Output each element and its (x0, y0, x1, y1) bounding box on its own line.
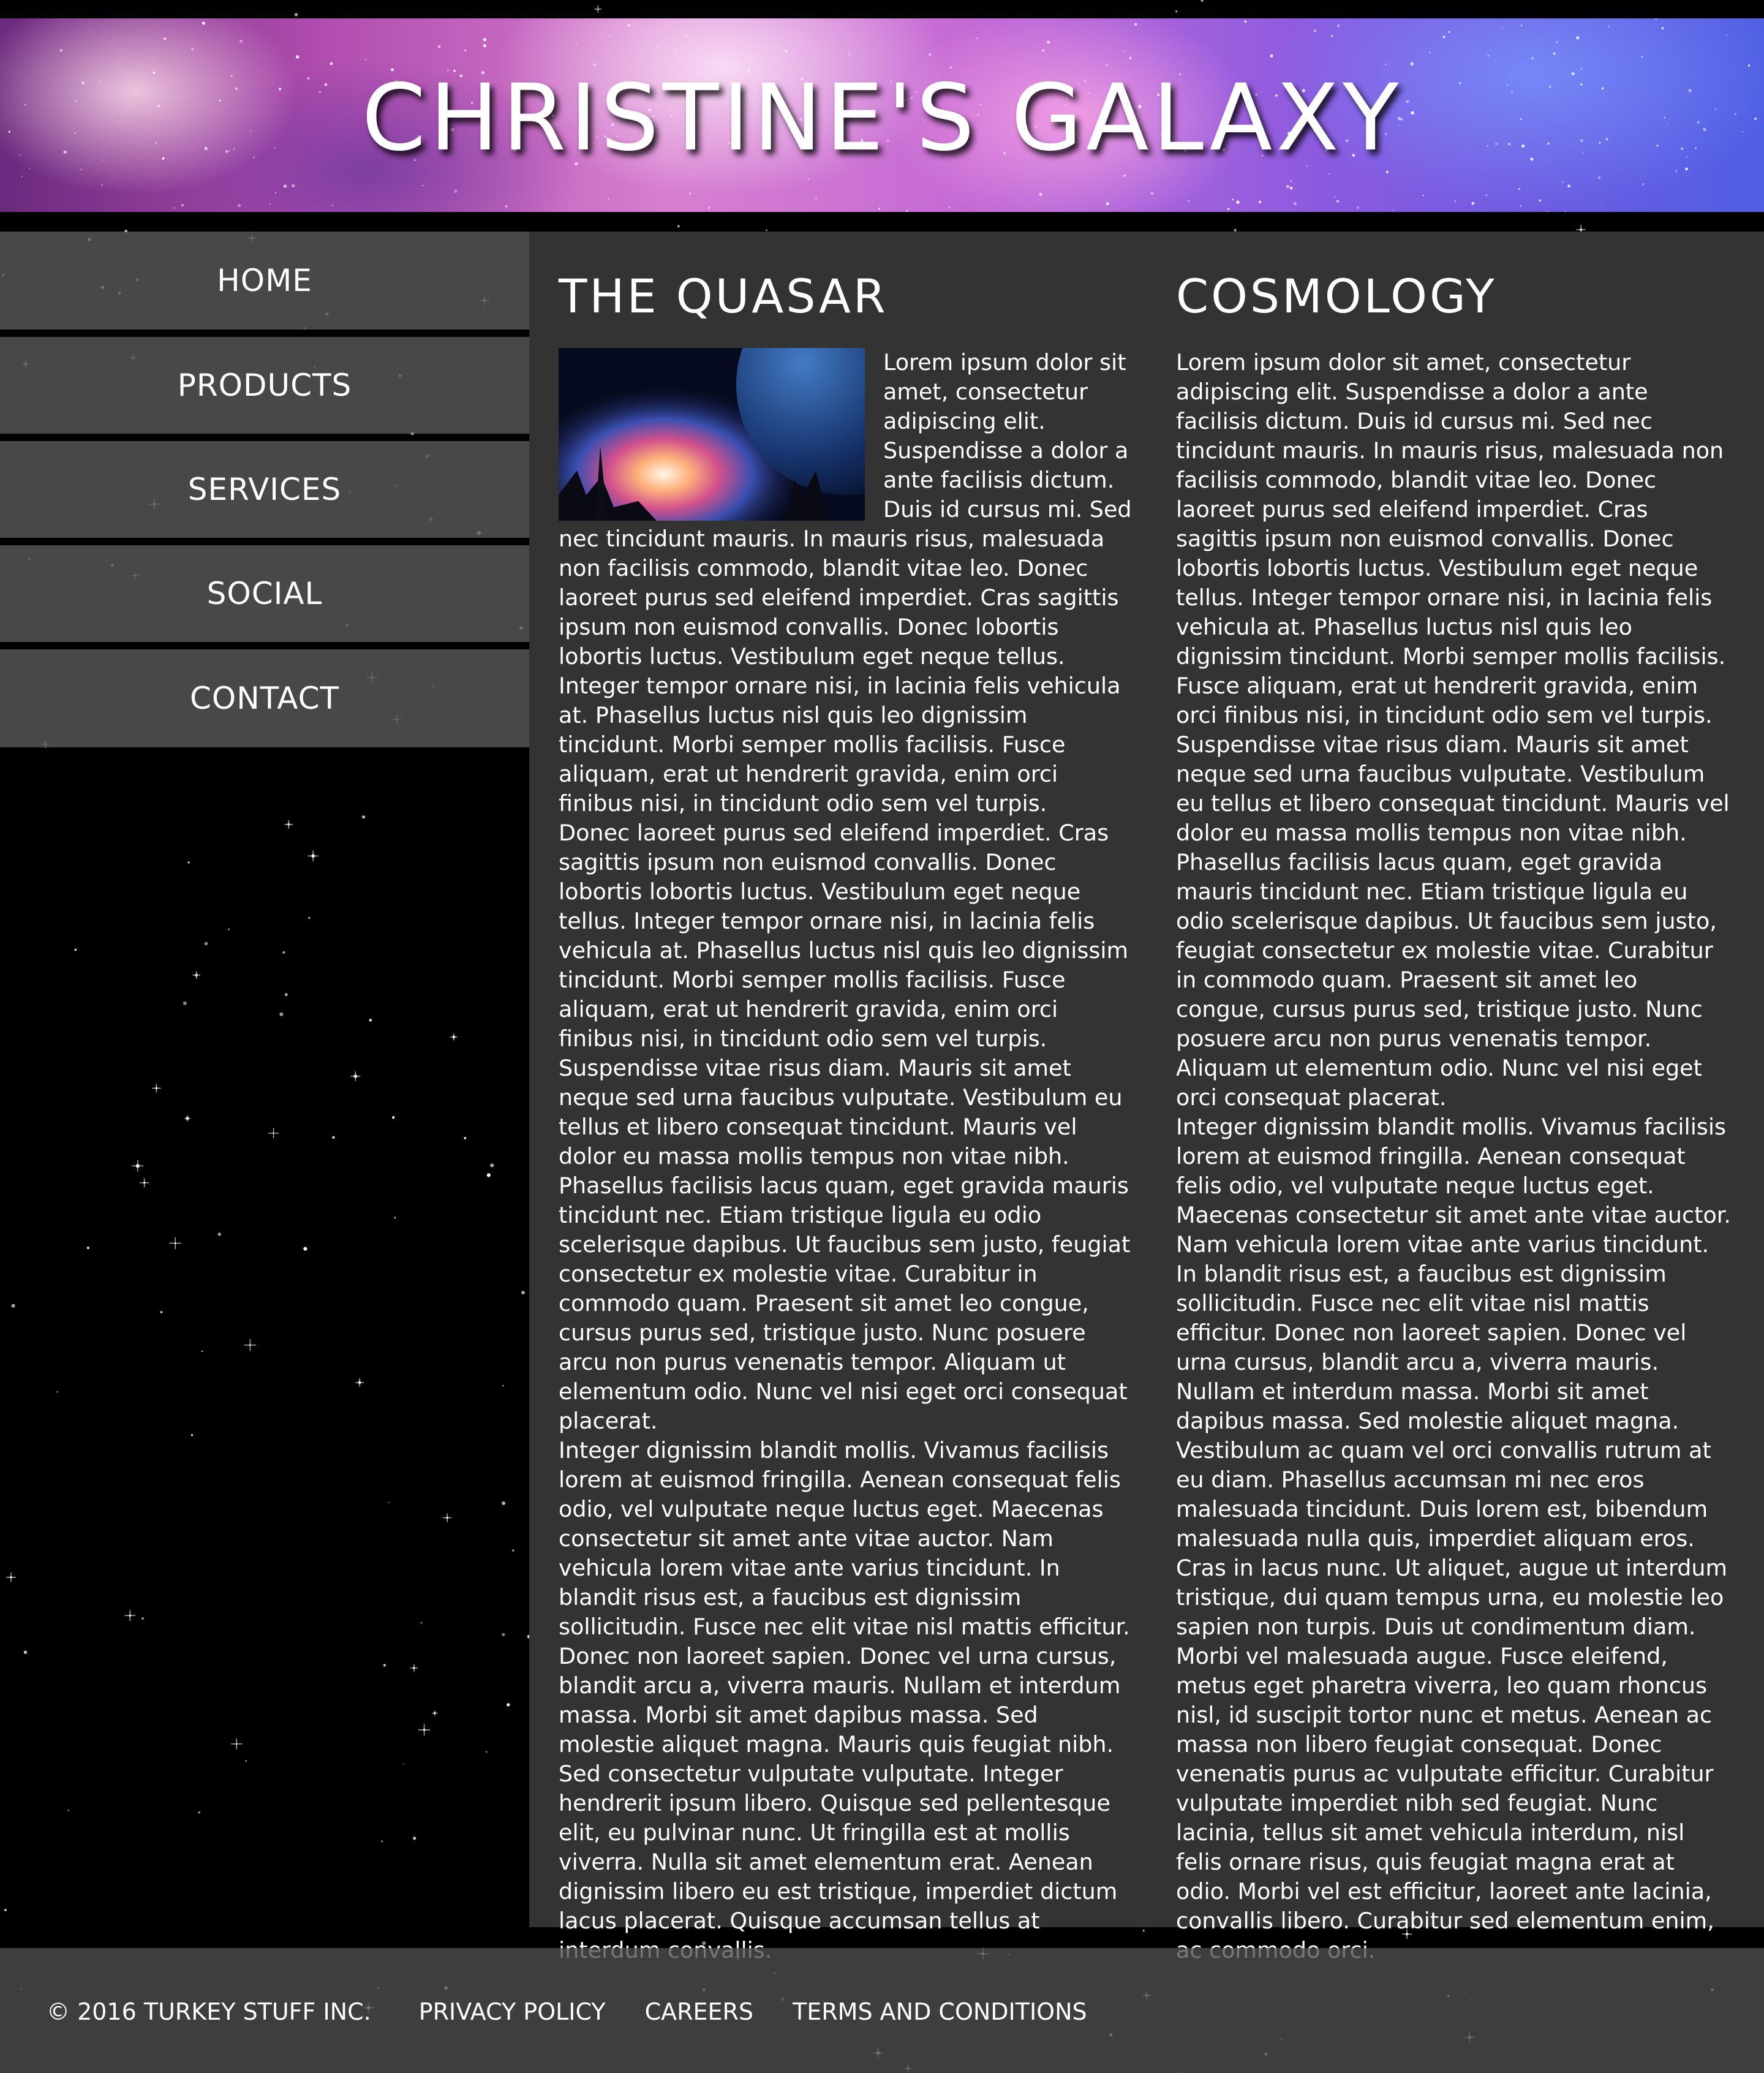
nav-item-contact[interactable]: CONTACT (0, 649, 529, 747)
main-content: THE QUASAR Lorem ipsum dolor sit amet, c… (529, 232, 1764, 1963)
cosmology-heading: COSMOLOGY (1176, 269, 1497, 323)
site-footer: © 2016 TURKEY STUFF INC. PRIVACY POLICY … (0, 1948, 1764, 2073)
site-header-banner: CHRISTINE'S GALAXY (0, 18, 1764, 212)
cosmology-article: Lorem ipsum dolor sit amet, consectetur … (1176, 348, 1733, 1965)
footer-copyright: © 2016 TURKEY STUFF INC. (47, 1998, 371, 2025)
quasar-paragraph-2: Donec laoreet purus sed eleifend imperdi… (559, 820, 1129, 1052)
footer-row: © 2016 TURKEY STUFF INC. PRIVACY POLICY … (47, 1998, 1126, 2025)
cosmology-paragraph-2: Suspendisse vitae risus diam. Mauris sit… (1176, 731, 1730, 1111)
footer-link-careers[interactable]: CAREERS (645, 1998, 753, 2025)
quasar-paragraph-3: Suspendisse vitae risus diam. Mauris sit… (559, 1055, 1131, 1434)
quasar-heading: THE QUASAR (559, 269, 888, 323)
sidebar-nav: HOME PRODUCTS SERVICES SOCIAL CONTACT (0, 232, 529, 747)
nav-item-services[interactable]: SERVICES (0, 441, 529, 538)
quasar-column: THE QUASAR Lorem ipsum dolor sit amet, c… (559, 232, 1134, 1965)
cosmology-column: COSMOLOGY Lorem ipsum dolor sit amet, co… (1176, 232, 1764, 1965)
cosmology-paragraph-1: Lorem ipsum dolor sit amet, consectetur … (1176, 349, 1726, 728)
quasar-image (559, 348, 865, 521)
cosmology-paragraph-3: Integer dignissim blandit mollis. Vivamu… (1176, 1114, 1732, 1963)
footer-link-terms-and-conditions[interactable]: TERMS AND CONDITIONS (793, 1998, 1087, 2025)
site-title: CHRISTINE'S GALAXY (361, 65, 1403, 172)
quasar-illustration (559, 348, 865, 521)
footer-link-privacy-policy[interactable]: PRIVACY POLICY (419, 1998, 606, 2025)
quasar-paragraph-4: Integer dignissim blandit mollis. Vivamu… (559, 1437, 1130, 1963)
quasar-article: Lorem ipsum dolor sit amet, consectetur … (559, 348, 1134, 1965)
nav-item-products[interactable]: PRODUCTS (0, 337, 529, 434)
nav-item-home[interactable]: HOME (0, 232, 529, 330)
nav-item-social[interactable]: SOCIAL (0, 545, 529, 642)
